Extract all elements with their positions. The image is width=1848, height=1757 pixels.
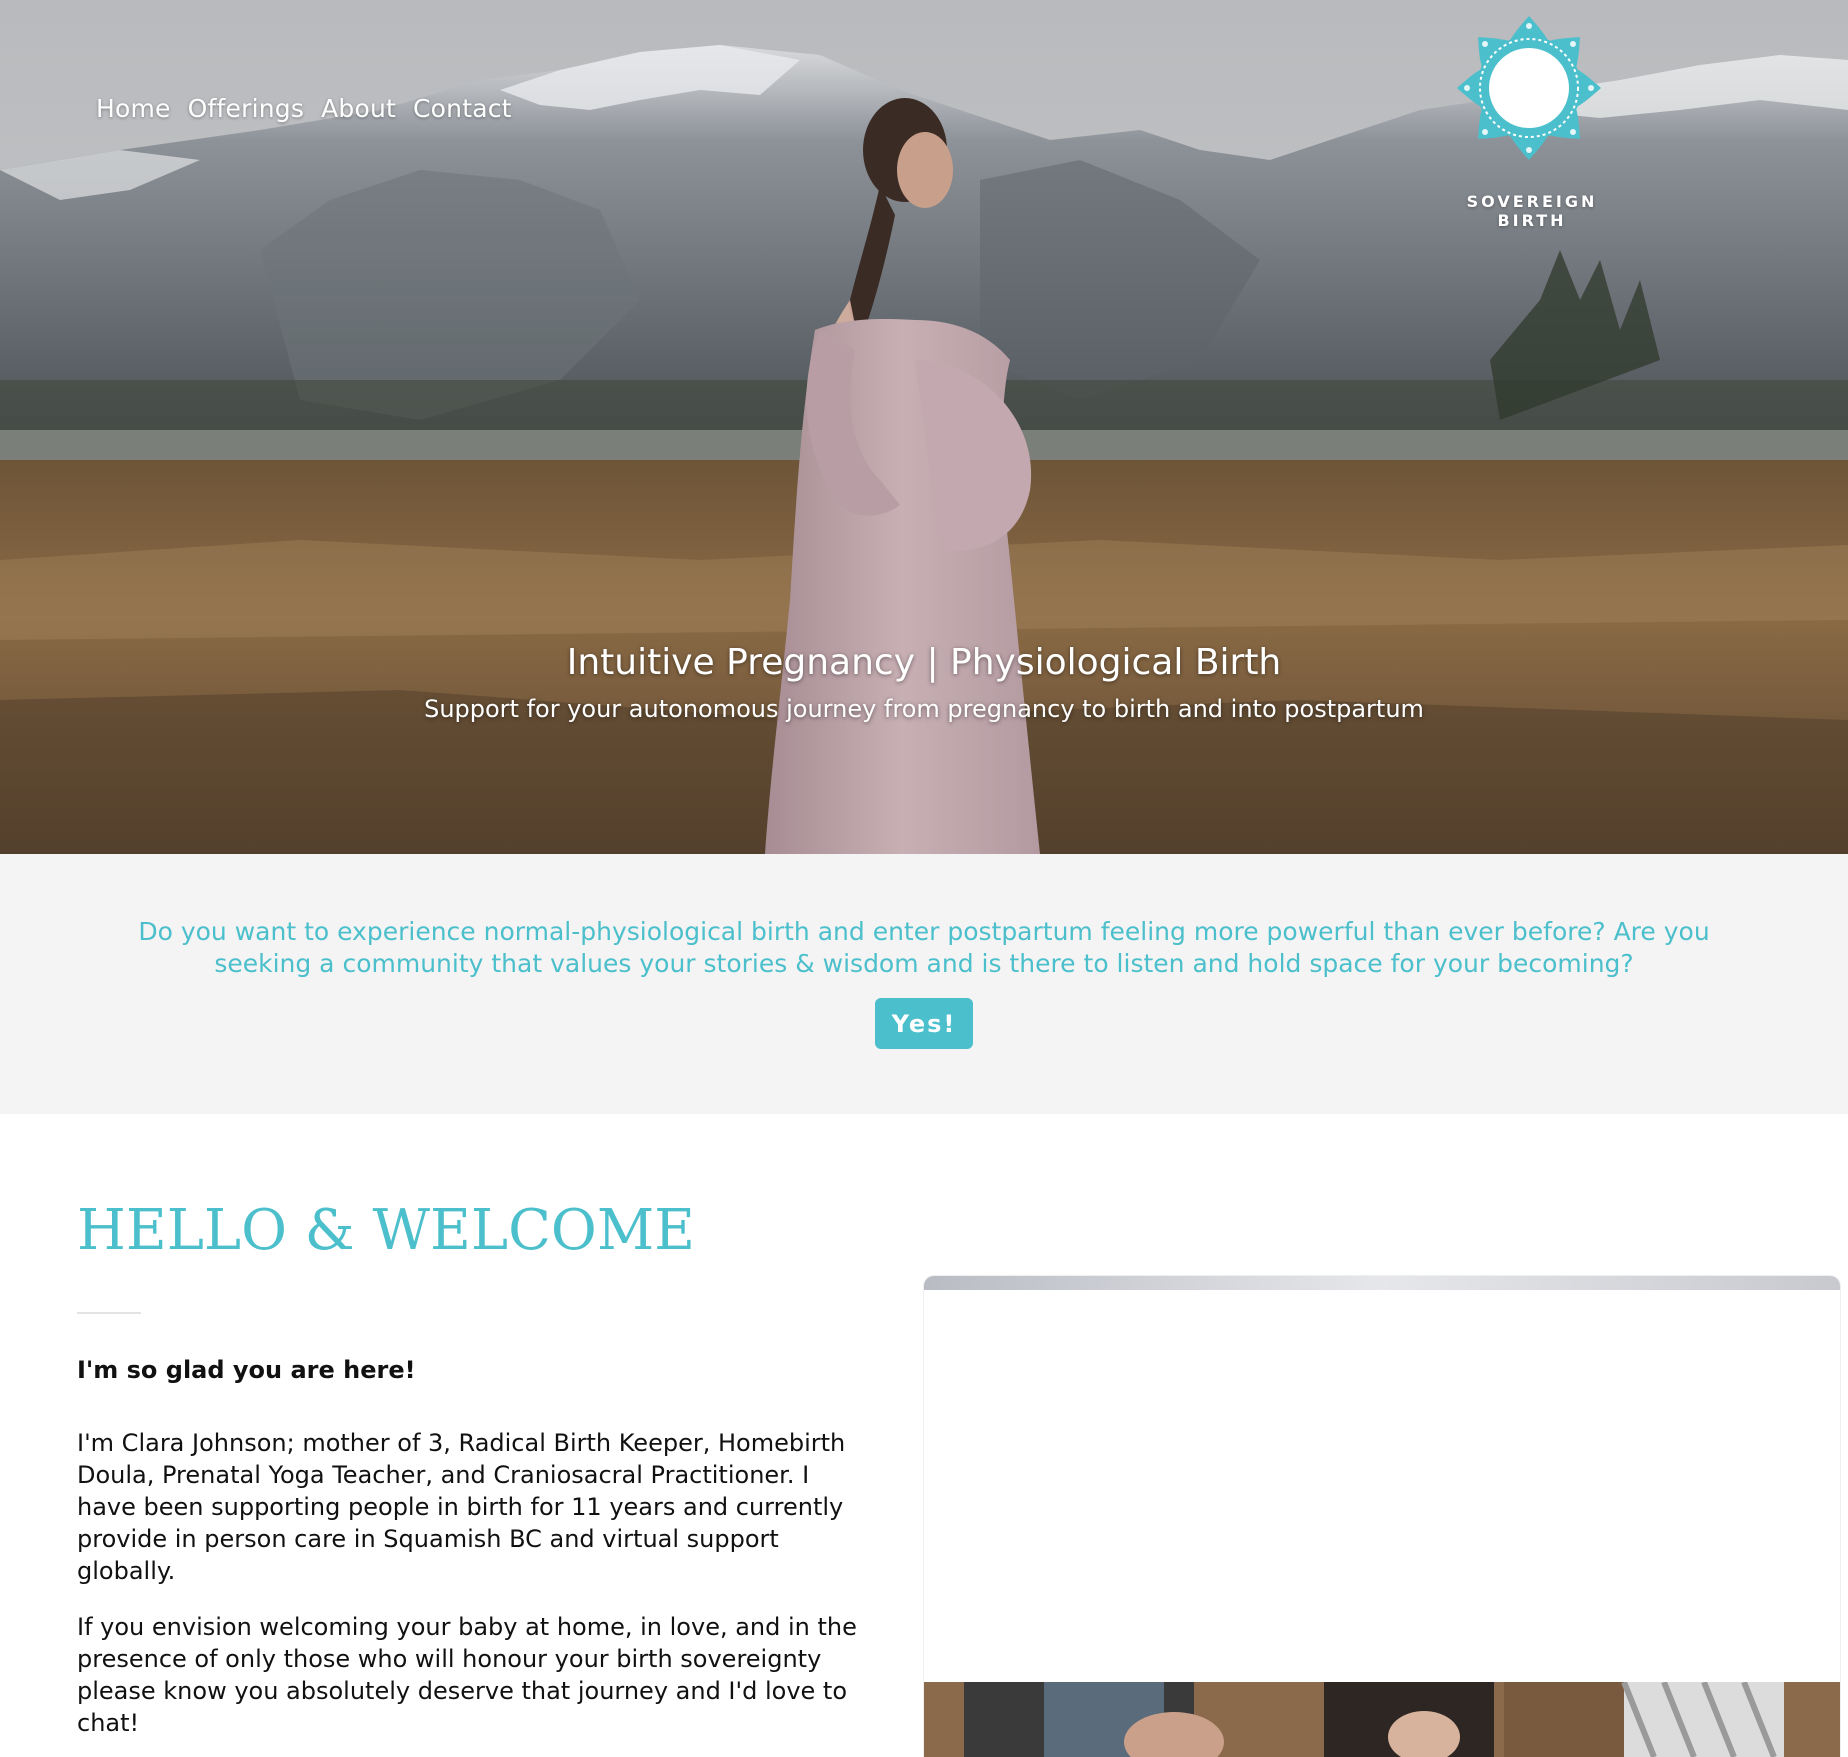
nav-contact-link[interactable]: Contact: [413, 94, 512, 123]
welcome-paragraph-intro: I'm Clara Johnson; mother of 3, Radical …: [77, 1429, 846, 1585]
main-nav: Home Offerings About Contact: [96, 94, 512, 123]
mandala-flower-icon: [1457, 16, 1601, 160]
nav-about-link[interactable]: About: [321, 94, 396, 123]
cta-question-text: Do you want to experience normal-physiol…: [138, 917, 1710, 978]
hero-title: Intuitive Pregnancy | Physiological Birt…: [566, 642, 1282, 683]
nav-home-link[interactable]: Home: [96, 94, 171, 123]
media-card-topbar: [924, 1276, 1840, 1290]
welcome-paragraph-invite: If you envision welcoming your baby at h…: [77, 1613, 857, 1737]
family-photo: [924, 1682, 1840, 1757]
hero-section: Home Offerings About Contact SOVEREIGN B…: [0, 0, 1848, 854]
welcome-greeting: I'm so glad you are here!: [77, 1356, 416, 1384]
logo-brand-text: SOVEREIGN BIRTH: [1466, 192, 1598, 230]
yes-button[interactable]: Yes!: [875, 998, 973, 1049]
welcome-heading: HELLO & WELCOME: [77, 1198, 696, 1263]
heading-divider: [77, 1312, 141, 1314]
cta-band: Do you want to experience normal-physiol…: [0, 854, 1848, 1114]
family-photo-image: [924, 1682, 1840, 1757]
site-logo[interactable]: SOVEREIGN BIRTH: [1432, 16, 1632, 230]
hero-subtitle: Support for your autonomous journey from…: [424, 695, 1424, 723]
nav-offerings-link[interactable]: Offerings: [188, 94, 304, 123]
welcome-media-card: [924, 1276, 1840, 1757]
